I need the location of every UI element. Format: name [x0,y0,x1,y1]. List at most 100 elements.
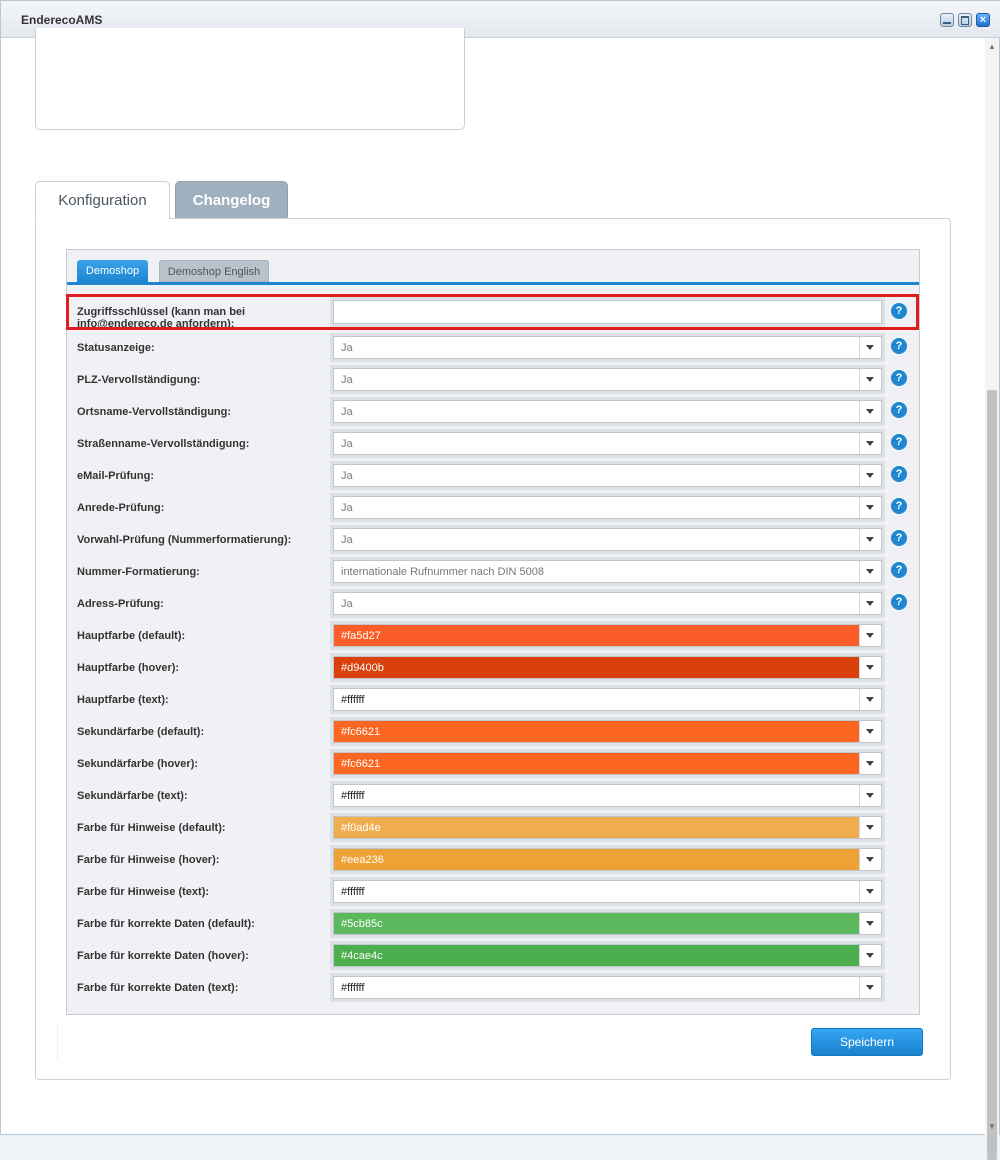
color-select[interactable]: #d9400b [330,653,885,682]
color-label: Farbe für korrekte Daten (text): [77,982,239,994]
color-select[interactable]: #fc6621 [330,717,885,746]
minimize-icon[interactable] [940,13,954,27]
chevron-down-icon[interactable] [859,625,881,646]
window-title: EnderecoAMS [21,13,103,27]
chevron-down-icon[interactable] [859,849,881,870]
color-value: #ffffff [341,982,365,994]
vertical-scrollbar[interactable]: ▲ ▼ [985,38,999,1160]
color-value: #fc6621 [341,758,381,770]
color-select[interactable]: #f0ad4e [330,813,885,842]
setting-select[interactable]: Ja [330,429,885,458]
chevron-down-icon[interactable] [859,497,881,518]
select-value: Ja [341,438,353,450]
setting-select[interactable]: internationale Rufnummer nach DIN 5008 [330,557,885,586]
help-icon[interactable]: ? [891,562,907,578]
help-icon[interactable]: ? [891,498,907,514]
chevron-down-icon[interactable] [859,369,881,390]
color-select[interactable]: #ffffff [330,781,885,810]
chevron-down-icon[interactable] [859,593,881,614]
chevron-down-icon[interactable] [859,401,881,422]
chevron-down-icon[interactable] [859,945,881,966]
color-select[interactable]: #fa5d27 [330,621,885,650]
color-label: Farbe für Hinweise (hover): [77,854,220,866]
setting-select[interactable]: Ja [330,525,885,554]
highlight-box [66,294,919,330]
color-select[interactable]: #ffffff [330,973,885,1002]
scrollbar-thumb[interactable] [987,390,997,1160]
setting-label: Adress-Prüfung: [77,598,164,610]
scroll-up-icon[interactable]: ▲ [988,42,996,51]
tab-demoshop-english[interactable]: Demoshop English [159,260,269,282]
chevron-down-icon[interactable] [859,721,881,742]
color-select[interactable]: #eea236 [330,845,885,874]
setting-select[interactable]: Ja [330,365,885,394]
setting-select[interactable]: Ja [330,493,885,522]
help-icon[interactable]: ? [891,466,907,482]
chevron-down-icon[interactable] [859,753,881,774]
color-label: Farbe für Hinweise (default): [77,822,226,834]
setting-label: PLZ-Vervollständigung: [77,374,201,386]
help-icon[interactable]: ? [891,434,907,450]
select-value: Ja [341,502,353,514]
divider [57,1024,58,1060]
chevron-down-icon[interactable] [859,977,881,998]
setting-label: eMail-Prüfung: [77,470,154,482]
color-select[interactable]: #4cae4c [330,941,885,970]
setting-select[interactable]: Ja [330,589,885,618]
save-button[interactable]: Speichern [811,1028,923,1056]
chevron-down-icon[interactable] [859,433,881,454]
chevron-down-icon[interactable] [859,529,881,550]
tab-konfiguration[interactable]: Konfiguration [35,181,170,220]
setting-select[interactable]: Ja [330,333,885,362]
setting-label: Statusanzeige: [77,342,155,354]
color-label: Hauptfarbe (hover): [77,662,180,674]
color-value: #d9400b [341,662,384,674]
color-value: #4cae4c [341,950,383,962]
tab-demoshop[interactable]: Demoshop [77,260,148,282]
select-value: Ja [341,406,353,418]
color-select[interactable]: #ffffff [330,685,885,714]
color-value: #fa5d27 [341,630,381,642]
color-select[interactable]: #5cb85c [330,909,885,938]
color-select[interactable]: #fc6621 [330,749,885,778]
setting-label: Anrede-Prüfung: [77,502,165,514]
select-value: internationale Rufnummer nach DIN 5008 [341,566,545,578]
color-select[interactable]: #ffffff [330,877,885,906]
chevron-down-icon[interactable] [859,561,881,582]
help-icon[interactable]: ? [891,530,907,546]
chevron-down-icon[interactable] [859,689,881,710]
setting-select[interactable]: Ja [330,397,885,426]
color-value: #fc6621 [341,726,381,738]
color-value: #f0ad4e [341,822,381,834]
setting-select[interactable]: Ja [330,461,885,490]
setting-label: Vorwahl-Prüfung (Nummerformatierung): [77,534,292,546]
chevron-down-icon[interactable] [859,881,881,902]
maximize-icon[interactable] [958,13,972,27]
help-icon[interactable]: ? [891,594,907,610]
color-label: Hauptfarbe (text): [77,694,169,706]
color-label: Farbe für Hinweise (text): [77,886,210,898]
color-value: #5cb85c [341,918,383,930]
chevron-down-icon[interactable] [859,817,881,838]
select-value: Ja [341,374,353,386]
setting-label: Straßenname-Vervollständigung: [77,438,250,450]
chevron-down-icon[interactable] [859,785,881,806]
help-icon[interactable]: ? [891,338,907,354]
help-icon[interactable]: ? [891,370,907,386]
color-label: Farbe für korrekte Daten (default): [77,918,255,930]
color-value: #eea236 [341,854,384,866]
chevron-down-icon[interactable] [859,657,881,678]
color-label: Farbe für korrekte Daten (hover): [77,950,249,962]
chevron-down-icon[interactable] [859,465,881,486]
color-label: Sekundärfarbe (hover): [77,758,199,770]
chevron-down-icon[interactable] [859,337,881,358]
tab-changelog[interactable]: Changelog [175,181,288,219]
select-value: Ja [341,470,353,482]
chevron-down-icon[interactable] [859,913,881,934]
close-icon[interactable]: × [976,13,990,27]
help-icon[interactable]: ? [891,402,907,418]
select-value: Ja [341,342,353,354]
color-value: #ffffff [341,886,365,898]
color-label: Hauptfarbe (default): [77,630,186,642]
scroll-down-icon[interactable]: ▼ [988,1122,996,1131]
